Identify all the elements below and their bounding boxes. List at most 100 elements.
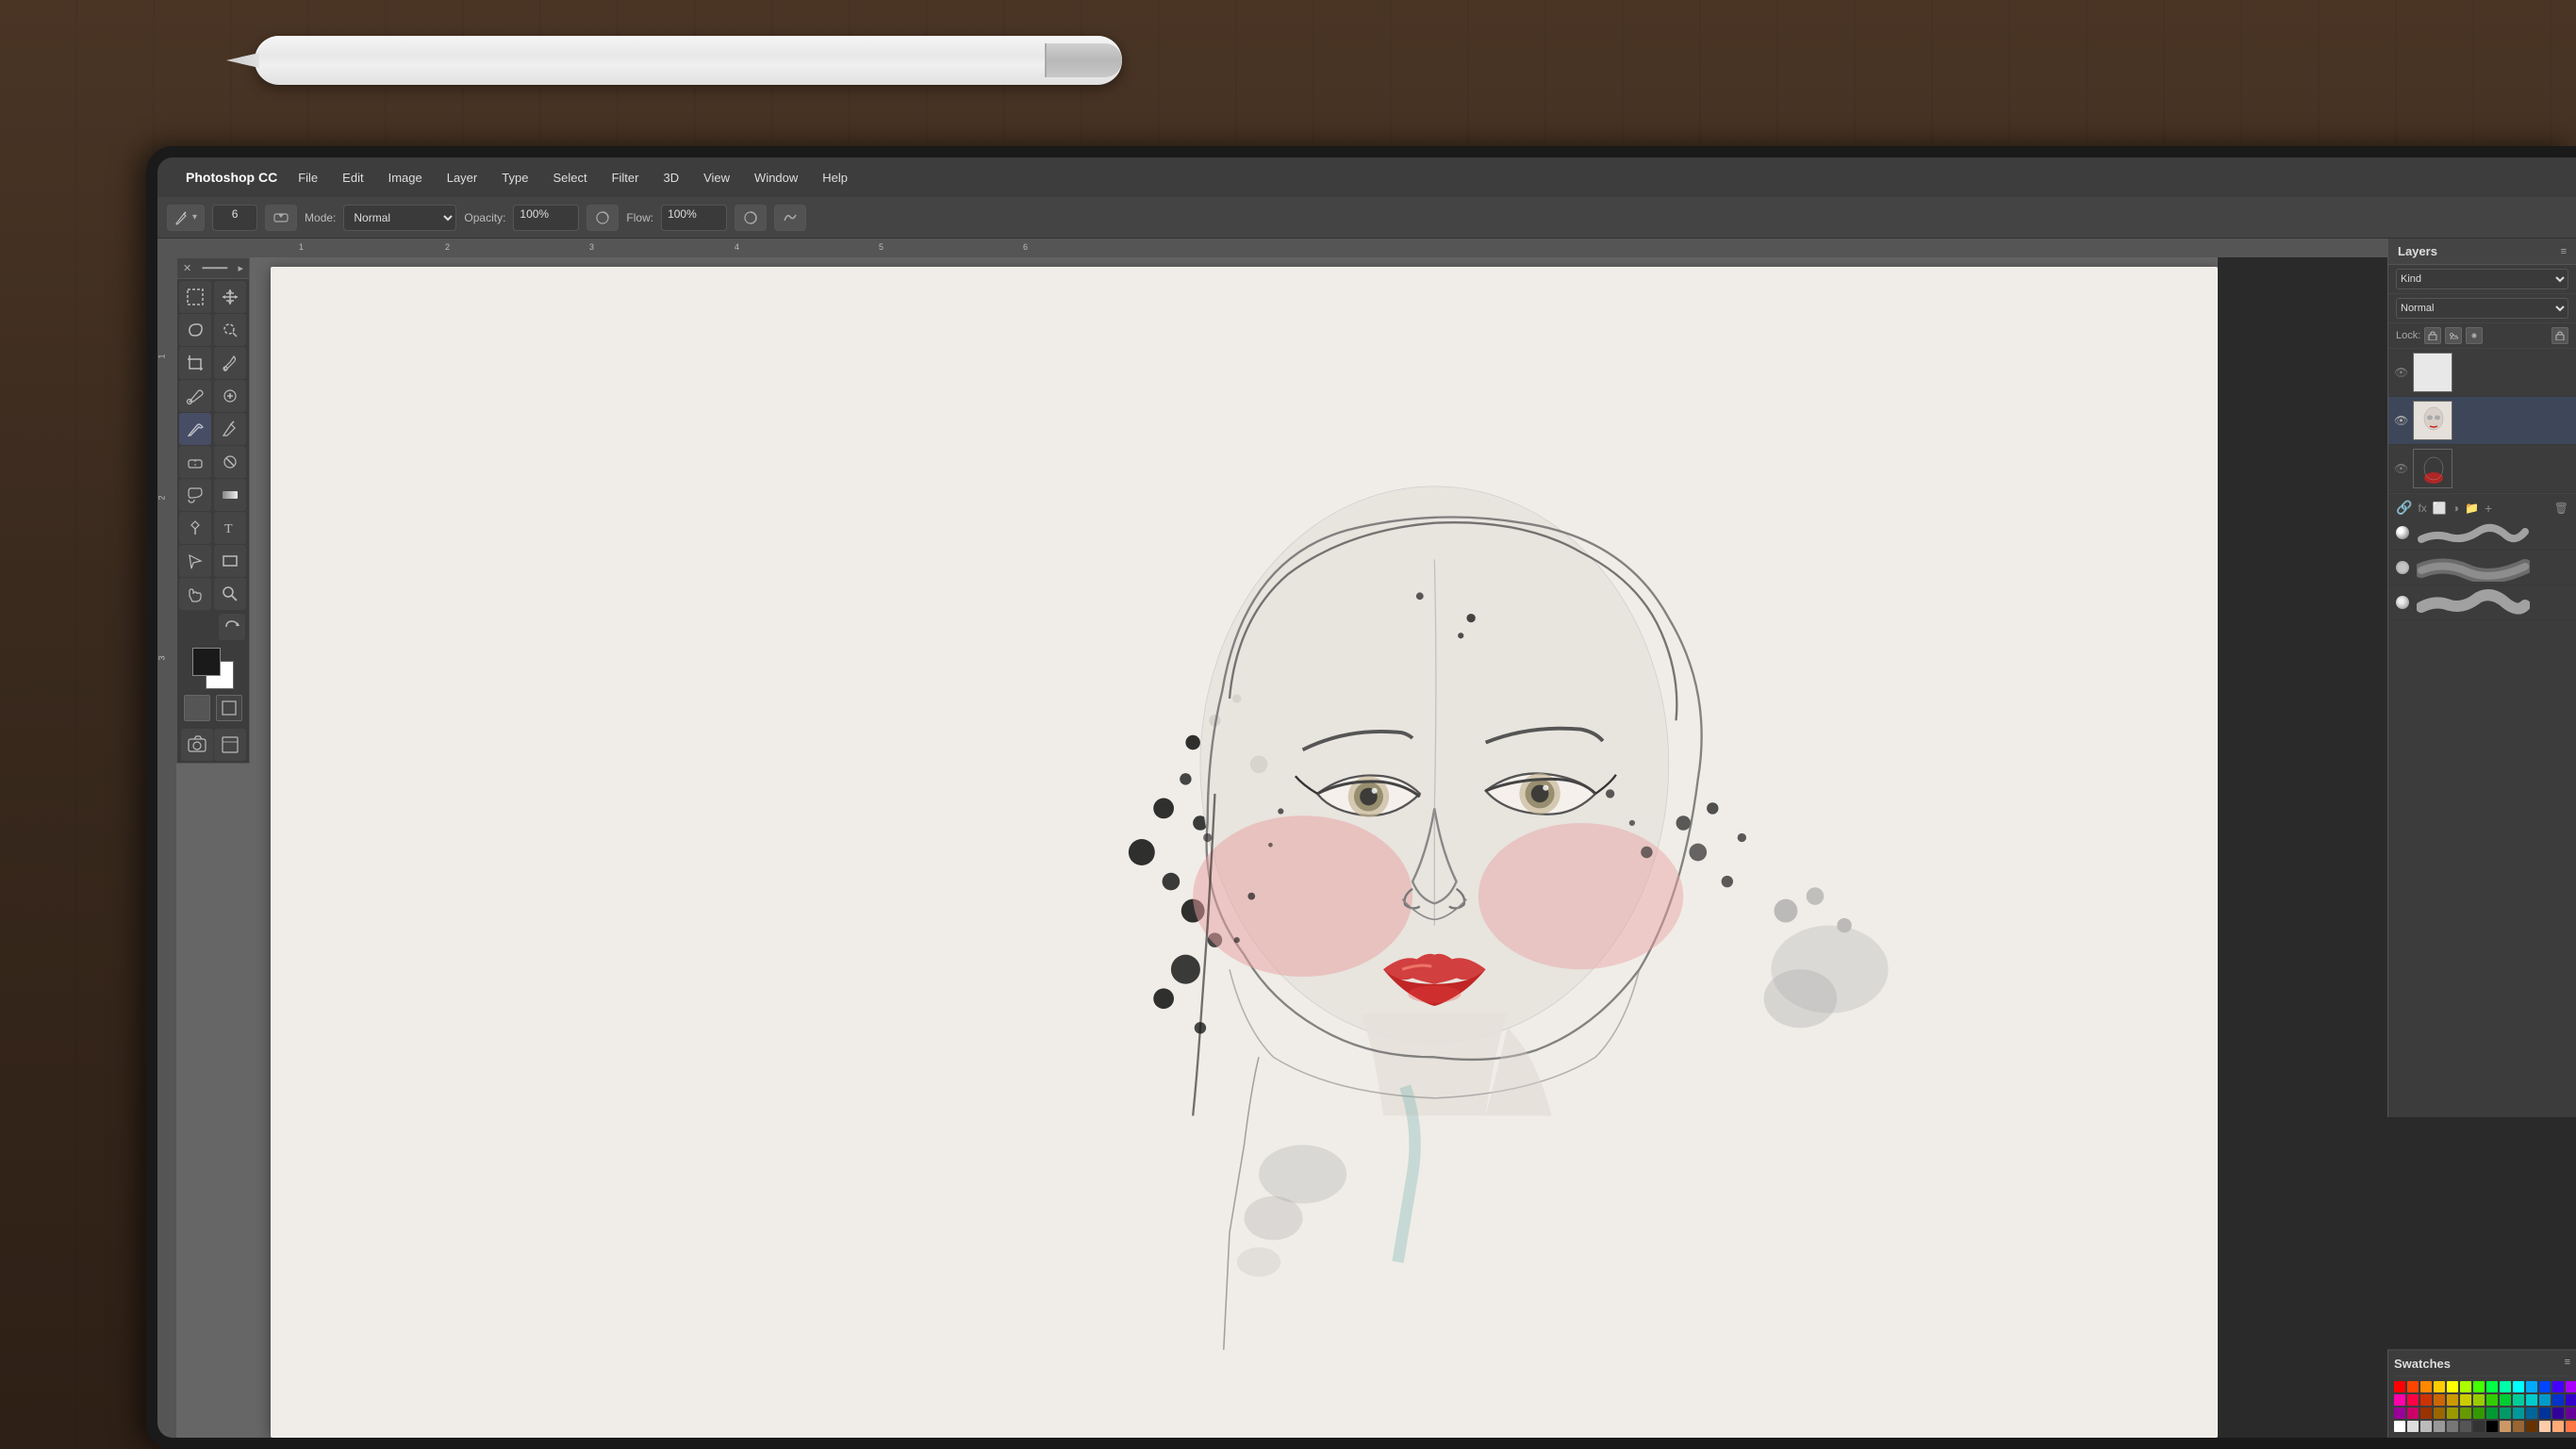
swatch-cell[interactable] (2486, 1381, 2498, 1392)
swatches-menu-icon[interactable]: ≡ (2565, 1357, 2570, 1371)
swatch-cell[interactable] (2447, 1394, 2458, 1406)
lock-image-button[interactable] (2445, 327, 2462, 344)
swatch-cell[interactable] (2500, 1394, 2511, 1406)
paint-bucket-tool[interactable] (179, 479, 211, 511)
swatch-cell[interactable] (2552, 1421, 2564, 1432)
swatch-cell[interactable] (2473, 1421, 2485, 1432)
delete-layer-button[interactable]: 🗑 (2554, 502, 2568, 515)
swatch-cell[interactable] (2566, 1381, 2576, 1392)
brush-preset-7[interactable] (2388, 551, 2576, 585)
color-swatch-pair[interactable] (192, 648, 234, 689)
zoom-tool[interactable] (214, 578, 246, 610)
brush-preset-8[interactable] (2388, 585, 2576, 620)
add-new-layer-button[interactable]: + (2485, 501, 2492, 516)
swatch-cell[interactable] (2407, 1408, 2419, 1419)
layer-2-eye-icon[interactable]: 👁 (2394, 414, 2408, 427)
menu-select[interactable]: Select (549, 169, 590, 187)
background-eraser-tool[interactable] (214, 446, 246, 478)
quick-mask-button[interactable] (184, 695, 210, 721)
swatch-cell[interactable] (2434, 1381, 2445, 1392)
marquee-tool[interactable] (179, 281, 211, 313)
swatch-cell[interactable] (2407, 1381, 2419, 1392)
layer-item-2[interactable]: 👁 (2388, 397, 2576, 445)
camera-tool[interactable] (181, 729, 213, 761)
menu-window[interactable]: Window (751, 169, 801, 187)
rotate-canvas-tool[interactable] (219, 614, 245, 640)
swatch-cell[interactable] (2539, 1421, 2551, 1432)
swatch-cell[interactable] (2513, 1381, 2524, 1392)
swatch-cell[interactable] (2552, 1394, 2564, 1406)
swatch-cell[interactable] (2460, 1408, 2471, 1419)
swatch-cell[interactable] (2394, 1381, 2405, 1392)
add-adjustment-button[interactable]: ◑ (2452, 502, 2459, 515)
opacity-value[interactable]: 100% (513, 205, 579, 231)
layer-3-eye-icon[interactable]: 👁 (2394, 366, 2408, 379)
brush-tool-side[interactable] (179, 413, 211, 445)
swatch-cell[interactable] (2500, 1421, 2511, 1432)
lock-all-button[interactable] (2551, 327, 2568, 344)
hand-tool[interactable] (179, 578, 211, 610)
swatch-cell[interactable] (2552, 1408, 2564, 1419)
move-tool[interactable] (214, 281, 246, 313)
swatch-cell[interactable] (2513, 1394, 2524, 1406)
swatch-cell[interactable] (2539, 1394, 2551, 1406)
swatch-cell[interactable] (2566, 1394, 2576, 1406)
brush-tool-button[interactable]: ▾ (167, 205, 205, 231)
swatch-cell[interactable] (2473, 1381, 2485, 1392)
layer-item-3[interactable]: 👁 (2388, 349, 2576, 397)
swatch-cell[interactable] (2513, 1421, 2524, 1432)
menu-3d[interactable]: 3D (659, 169, 683, 187)
swatch-cell[interactable] (2486, 1394, 2498, 1406)
foreground-color-swatch[interactable] (192, 648, 221, 676)
swatch-cell[interactable] (2447, 1408, 2458, 1419)
spot-healing-tool[interactable] (214, 380, 246, 412)
swatch-cell[interactable] (2552, 1381, 2564, 1392)
layer-item-1[interactable]: 👁 (2388, 445, 2576, 493)
swatch-cell[interactable] (2526, 1381, 2537, 1392)
add-group-button[interactable]: 📁 (2465, 502, 2479, 515)
swatch-cell[interactable] (2473, 1408, 2485, 1419)
eyedropper-tool[interactable] (214, 347, 246, 379)
swatch-cell[interactable] (2447, 1421, 2458, 1432)
swatch-cell[interactable] (2526, 1421, 2537, 1432)
swatch-cell[interactable] (2566, 1408, 2576, 1419)
pressure-opacity-button[interactable] (586, 205, 619, 231)
swatch-cell[interactable] (2526, 1394, 2537, 1406)
swatch-cell[interactable] (2473, 1394, 2485, 1406)
tools-expand-icon[interactable]: ▸ (238, 262, 243, 274)
gradient-tool[interactable] (214, 479, 246, 511)
lock-transparent-button[interactable] (2424, 327, 2441, 344)
menu-image[interactable]: Image (385, 169, 426, 187)
menu-file[interactable]: File (294, 169, 322, 187)
swatch-cell[interactable] (2539, 1381, 2551, 1392)
swatch-cell[interactable] (2420, 1421, 2432, 1432)
swatch-cell[interactable] (2500, 1408, 2511, 1419)
menu-filter[interactable]: Filter (608, 169, 643, 187)
swatch-cell[interactable] (2420, 1394, 2432, 1406)
swatch-cell[interactable] (2566, 1421, 2576, 1432)
canvas-area[interactable] (176, 257, 2218, 1438)
pencil-tool[interactable] (214, 413, 246, 445)
swatch-cell[interactable] (2486, 1408, 2498, 1419)
swatch-cell[interactable] (2447, 1381, 2458, 1392)
swatch-cell[interactable] (2420, 1381, 2432, 1392)
artboard-tool[interactable] (214, 729, 246, 761)
swatch-cell[interactable] (2434, 1408, 2445, 1419)
rectangle-tool[interactable] (214, 545, 246, 577)
mode-select[interactable]: Normal Multiply Screen Overlay (343, 205, 456, 231)
lasso-tool[interactable] (179, 314, 211, 346)
add-layer-style-button[interactable]: fx (2418, 502, 2426, 515)
layer-1-eye-icon[interactable]: 👁 (2394, 462, 2408, 475)
swatch-cell[interactable] (2434, 1421, 2445, 1432)
text-tool[interactable]: T (214, 512, 246, 544)
swatch-cell[interactable] (2394, 1394, 2405, 1406)
swatch-cell[interactable] (2460, 1381, 2471, 1392)
layers-panel-menu-icon[interactable]: ≡ (2561, 246, 2567, 257)
flow-value[interactable]: 100% (661, 205, 727, 231)
swatch-cell[interactable] (2394, 1421, 2405, 1432)
path-selection-tool[interactable] (179, 545, 211, 577)
menu-type[interactable]: Type (498, 169, 532, 187)
swatch-cell[interactable] (2539, 1408, 2551, 1419)
layer-kind-select[interactable]: Kind (2396, 269, 2568, 289)
menu-view[interactable]: View (700, 169, 734, 187)
